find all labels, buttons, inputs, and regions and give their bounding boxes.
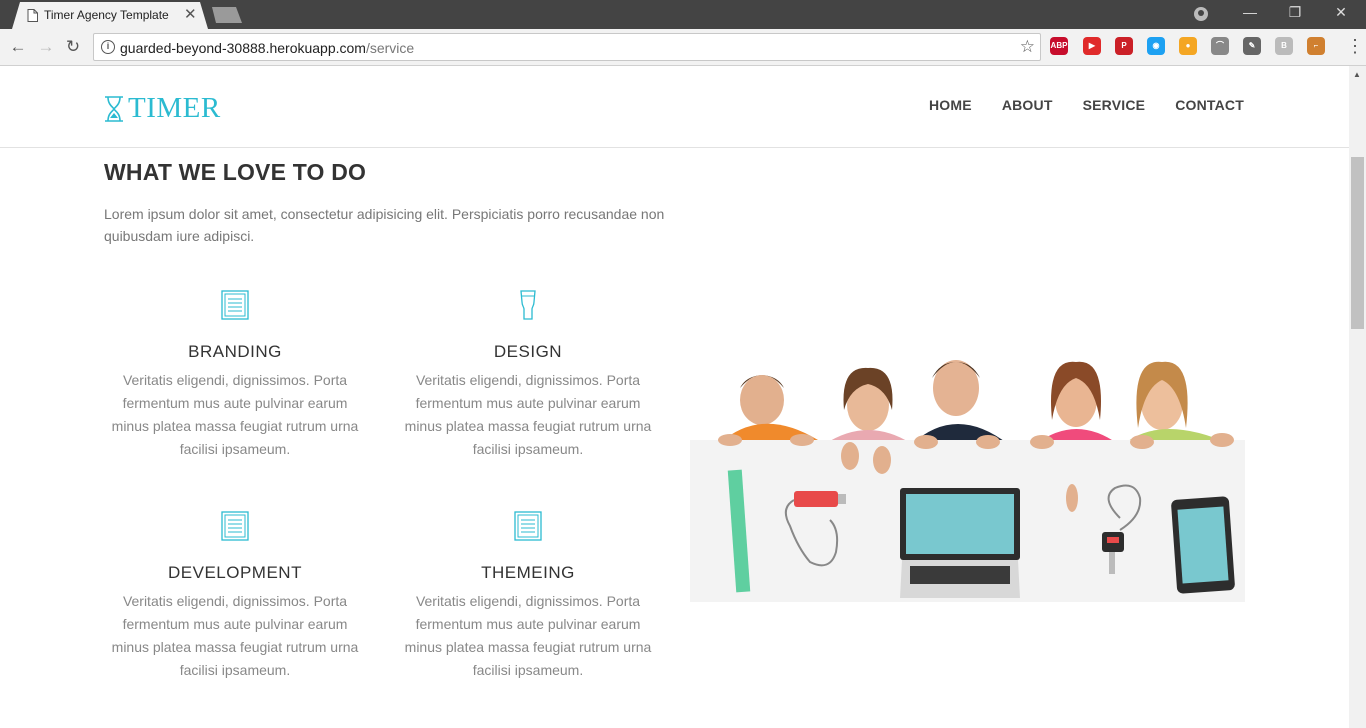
service-text: Veritatis eligendi, dignissimos. Porta f… [404, 593, 652, 678]
menu-icon[interactable]: ⋮ [1346, 37, 1364, 55]
eyedropper-ext-icon[interactable]: ✎ [1243, 37, 1261, 55]
scroll-thumb[interactable] [1351, 157, 1364, 329]
document-icon [514, 511, 542, 541]
logo-text: TIMER [128, 92, 221, 124]
hourglass-icon [105, 95, 123, 122]
scroll-up-icon[interactable]: ▲ [1353, 70, 1361, 79]
bookmark-star-icon[interactable]: ☆ [1020, 37, 1035, 57]
main-nav: HOME ABOUT SERVICE CONTACT [929, 97, 1244, 113]
url-text[interactable]: guarded-beyond-30888.herokuapp.com/servi… [120, 40, 414, 56]
new-tab-button[interactable] [212, 7, 242, 23]
browser-tab[interactable]: Timer Agency Template ✕ [12, 2, 208, 29]
service-title: THEMEING [481, 563, 575, 582]
page-icon [27, 9, 38, 22]
document-icon [221, 511, 249, 541]
nav-service[interactable]: SERVICE [1083, 97, 1146, 113]
url-host: guarded-beyond-30888.herokuapp.com [120, 40, 366, 56]
nav-contact[interactable]: CONTACT [1175, 97, 1244, 113]
site-logo[interactable]: TIMER [104, 92, 221, 125]
address-bar[interactable]: i guarded-beyond-30888.herokuapp.com/ser… [93, 33, 1041, 61]
close-tab-icon[interactable]: ✕ [184, 5, 197, 23]
back-icon[interactable]: ← [8, 37, 28, 57]
service-branding: BRANDING Veritatis eligendi, dignissimos… [104, 290, 366, 461]
section-title: WHAT WE LOVE TO DO [104, 159, 367, 185]
nav-about[interactable]: ABOUT [1002, 97, 1053, 113]
page-viewport: TIMER HOME ABOUT SERVICE CONTACT WHAT WE… [0, 66, 1349, 728]
service-title: DESIGN [493, 342, 563, 361]
document-icon [221, 290, 249, 320]
team-illustration [690, 360, 1245, 602]
pinterest-icon[interactable]: P [1115, 37, 1133, 55]
section-description: Lorem ipsum dolor sit amet, consectetur … [104, 206, 665, 244]
adblock-plus-icon[interactable]: ABP [1050, 37, 1068, 55]
close-window-icon[interactable]: ✕ [1318, 4, 1364, 24]
service-development: DEVELOPMENT Veritatis eligendi, dignissi… [104, 511, 366, 682]
tablet-graphic [1171, 496, 1235, 594]
site-header: TIMER HOME ABOUT SERVICE CONTACT [0, 66, 1349, 148]
url-path: /service [365, 40, 415, 56]
service-design: DESIGN Veritatis eligendi, dignissimos. … [397, 290, 659, 461]
rainbow-ext-icon[interactable]: ⌒ [1211, 37, 1229, 55]
b-ext-icon[interactable]: B [1275, 37, 1293, 55]
tab-title: Timer Agency Template [44, 8, 169, 22]
service-text: Veritatis eligendi, dignissimos. Porta f… [404, 372, 652, 457]
service-text: Veritatis eligendi, dignissimos. Porta f… [111, 593, 359, 678]
service-title: DEVELOPMENT [168, 563, 302, 582]
nav-home[interactable]: HOME [929, 97, 972, 113]
service-text: Veritatis eligendi, dignissimos. Porta f… [111, 372, 359, 457]
service-title: BRANDING [188, 342, 282, 361]
laptop-graphic [900, 488, 1020, 598]
reload-icon[interactable]: ↻ [63, 37, 83, 57]
minimize-icon[interactable]: — [1227, 4, 1273, 24]
browser-toolbar: ← → ↻ i guarded-beyond-30888.herokuapp.c… [0, 29, 1366, 66]
people-group [720, 360, 1230, 444]
restore-icon[interactable]: ❐ [1272, 4, 1318, 24]
ruler-ext-icon[interactable]: ⌐ [1307, 37, 1325, 55]
profile-icon[interactable] [1194, 7, 1208, 21]
forward-icon[interactable]: → [36, 37, 56, 57]
page-scrollbar[interactable]: ▲ [1349, 66, 1366, 728]
video-ext-icon[interactable]: ▶ [1083, 37, 1101, 55]
info-icon[interactable]: i [101, 40, 115, 54]
browser-tabstrip: Timer Agency Template ✕ — ❐ ✕ [0, 0, 1366, 29]
eye-ext-icon[interactable]: ◉ [1147, 37, 1165, 55]
bulb-ext-icon[interactable]: ● [1179, 37, 1197, 55]
service-themeing: THEMEING Veritatis eligendi, dignissimos… [397, 511, 659, 682]
glass-icon [520, 290, 536, 320]
